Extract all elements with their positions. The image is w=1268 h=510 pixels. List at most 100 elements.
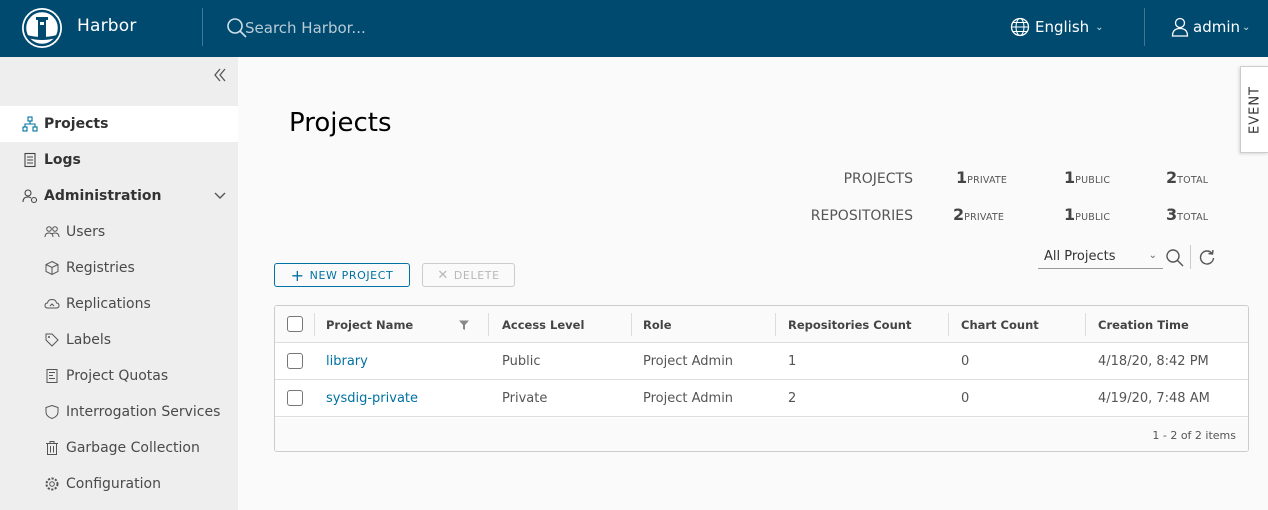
stat-value: 1 xyxy=(956,168,968,187)
stats-projects-label: PROJECTS xyxy=(843,171,913,187)
refresh-icon[interactable] xyxy=(1197,247,1217,267)
stat-unit: TOTAL xyxy=(1177,175,1209,186)
sidebar-item-replications[interactable]: Replications xyxy=(0,286,238,322)
gear-icon xyxy=(44,476,60,492)
creation-time-cell: 4/19/20, 7:48 AM xyxy=(1098,391,1210,406)
column-divider xyxy=(488,313,489,336)
collapse-sidebar-icon[interactable] xyxy=(210,65,230,85)
column-header-repositories-count[interactable]: Repositories Count xyxy=(788,306,911,343)
repositories-count-cell: 2 xyxy=(788,391,797,406)
column-header-project-name[interactable]: Project Name xyxy=(326,306,413,343)
new-project-button[interactable]: + NEW PROJECT xyxy=(274,263,410,287)
row-checkbox[interactable] xyxy=(287,390,303,406)
logs-icon xyxy=(22,152,38,168)
select-all-checkbox[interactable] xyxy=(287,316,303,332)
event-tab-label: EVENT xyxy=(1247,85,1262,134)
new-project-label: NEW PROJECT xyxy=(309,268,394,282)
sidebar-item-label: Registries xyxy=(66,260,135,276)
sidebar-item-labels[interactable]: Labels xyxy=(0,322,238,358)
sidebar-item-label: Administration xyxy=(44,188,162,204)
administration-icon xyxy=(22,188,38,204)
delete-label: DELETE xyxy=(453,268,500,282)
sidebar-item-label: Configuration xyxy=(66,476,161,492)
sidebar-item-users[interactable]: Users xyxy=(0,214,238,250)
stat-projects-public: 1 PUBLIC xyxy=(1064,168,1110,187)
sidebar-item-label: Garbage Collection xyxy=(66,440,200,456)
stat-unit: PRIVATE xyxy=(967,175,1008,186)
trash-icon xyxy=(44,440,60,456)
chart-count-cell: 0 xyxy=(961,391,970,406)
stat-value: 2 xyxy=(1166,168,1178,187)
project-name-link[interactable]: library xyxy=(326,343,368,380)
sidebar-item-interrogation-services[interactable]: Interrogation Services xyxy=(0,394,238,430)
column-divider xyxy=(1085,313,1086,336)
chevron-down-icon: ⌄ xyxy=(1242,21,1251,33)
stat-value: 2 xyxy=(953,205,965,224)
search-icon[interactable] xyxy=(1165,248,1185,268)
column-header-chart-count[interactable]: Chart Count xyxy=(961,306,1039,343)
stat-unit: PRIVATE xyxy=(964,212,1005,223)
sidebar-item-project-quotas[interactable]: Project Quotas xyxy=(0,358,238,394)
column-divider xyxy=(948,313,949,336)
sidebar-item-label: Logs xyxy=(44,152,81,168)
header-divider xyxy=(1144,8,1145,46)
column-header-access-level[interactable]: Access Level xyxy=(502,306,584,343)
sidebar-item-label: Interrogation Services xyxy=(66,404,221,420)
user-name: admin xyxy=(1193,18,1240,36)
sidebar-item-projects[interactable]: Projects xyxy=(0,106,238,142)
table-row: sysdig-private Private Project Admin 2 0… xyxy=(275,380,1248,417)
project-filter-value: All Projects xyxy=(1044,249,1116,264)
event-tab[interactable]: EVENT xyxy=(1240,66,1268,153)
top-header: Harbor English ⌄ admin ⌄ xyxy=(0,0,1268,57)
stat-value: 1 xyxy=(1064,205,1076,224)
sidebar: Projects Logs Administration Users Regis… xyxy=(0,57,238,510)
plus-icon: + xyxy=(290,265,305,285)
stat-repositories-public: 1 PUBLIC xyxy=(1064,205,1110,224)
project-filter-select[interactable]: All Projects ⌄ xyxy=(1038,245,1163,269)
sidebar-item-configuration[interactable]: Configuration xyxy=(0,466,238,502)
harbor-logo[interactable] xyxy=(22,8,62,48)
project-name-link[interactable]: sysdig-private xyxy=(326,380,418,417)
toolbar-divider xyxy=(1190,245,1191,269)
sidebar-item-logs[interactable]: Logs xyxy=(0,142,238,178)
role-cell: Project Admin xyxy=(643,354,734,369)
chevron-down-icon: ⌄ xyxy=(1148,250,1157,261)
chart-count-cell: 0 xyxy=(961,354,970,369)
column-header-creation-time[interactable]: Creation Time xyxy=(1098,306,1189,343)
sidebar-item-administration[interactable]: Administration xyxy=(0,178,238,214)
stat-repositories-private: 2 PRIVATE xyxy=(953,205,1004,224)
row-checkbox[interactable] xyxy=(287,353,303,369)
stat-unit: PUBLIC xyxy=(1075,175,1111,186)
column-divider xyxy=(631,313,632,336)
sidebar-item-label: Replications xyxy=(66,296,151,312)
creation-time-cell: 4/18/20, 8:42 PM xyxy=(1098,354,1209,369)
quotas-icon xyxy=(44,368,60,384)
language-label: English xyxy=(1035,18,1090,36)
delete-button[interactable]: ✕ DELETE xyxy=(422,263,515,287)
user-icon xyxy=(1171,17,1189,37)
table-header-row: Project Name Access Level Role Repositor… xyxy=(275,306,1248,343)
sidebar-item-label: Labels xyxy=(66,332,112,348)
shield-icon xyxy=(44,404,60,420)
search-input[interactable] xyxy=(245,17,605,39)
registries-icon xyxy=(44,260,60,276)
stat-repositories-total: 3 TOTAL xyxy=(1166,205,1208,224)
filter-icon[interactable] xyxy=(458,319,470,331)
stat-projects-private: 1 PRIVATE xyxy=(956,168,1007,187)
sidebar-item-registries[interactable]: Registries xyxy=(0,250,238,286)
column-divider xyxy=(775,313,776,336)
table-footer: 1 - 2 of 2 items xyxy=(275,418,1248,451)
stat-projects-total: 2 TOTAL xyxy=(1166,168,1208,187)
sidebar-item-label: Projects xyxy=(44,116,109,132)
header-divider xyxy=(202,8,203,46)
sidebar-item-garbage-collection[interactable]: Garbage Collection xyxy=(0,430,238,466)
stats-repositories-label: REPOSITORIES xyxy=(810,208,913,224)
sidebar-item-label: Project Quotas xyxy=(66,368,169,384)
app-title[interactable]: Harbor xyxy=(77,16,137,36)
language-selector[interactable]: English ⌄ xyxy=(1010,16,1104,38)
sidebar-item-label: Users xyxy=(66,224,106,240)
column-header-role[interactable]: Role xyxy=(643,306,672,343)
projects-icon xyxy=(22,116,38,132)
repositories-count-cell: 1 xyxy=(788,354,797,369)
user-menu[interactable]: admin ⌄ xyxy=(1171,16,1250,38)
